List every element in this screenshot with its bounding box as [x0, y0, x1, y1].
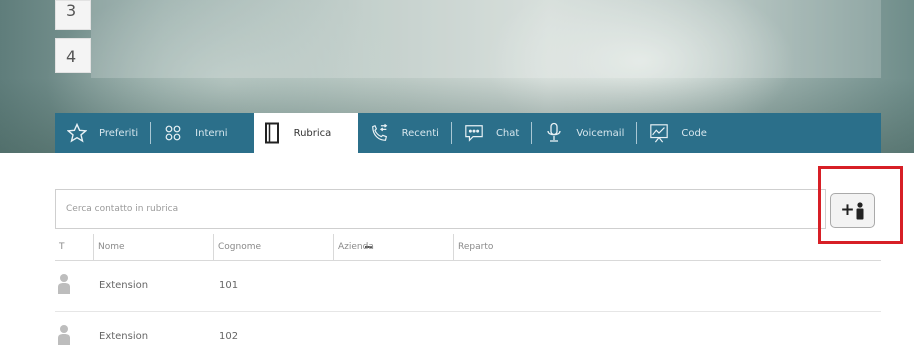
cell-cognome: 101 [219, 280, 239, 291]
number-strip [91, 0, 881, 78]
plus-sign: + [840, 200, 855, 220]
tab-label: Interni [195, 127, 228, 139]
chat-icon [464, 123, 484, 143]
column-header-type[interactable]: T [55, 234, 93, 260]
number-item-3[interactable]: 3 [55, 0, 91, 30]
column-header-nome[interactable]: Nome [93, 234, 213, 260]
queue-chart-icon [649, 123, 669, 143]
phone-calls-icon [370, 123, 390, 143]
star-icon [67, 123, 87, 143]
column-header-reparto[interactable]: Reparto [453, 234, 653, 260]
tab-bar: Preferiti Interni Rubrica Recenti Chat V… [55, 113, 881, 153]
column-header-azienda[interactable]: Azienda [333, 234, 453, 260]
tab-code[interactable]: Code [637, 113, 719, 153]
tab-label: Preferiti [99, 127, 139, 139]
table-row[interactable]: Extension 102 [55, 312, 881, 362]
group-icon [163, 123, 183, 143]
tab-label: Voicemail [576, 127, 625, 139]
table-row[interactable]: Extension 101 [55, 261, 881, 312]
tab-recenti[interactable]: Recenti [358, 113, 451, 153]
tab-chat[interactable]: Chat [452, 113, 531, 153]
microphone-icon [544, 122, 564, 143]
person-icon [58, 274, 70, 294]
tab-interni[interactable]: Interni [151, 113, 239, 153]
cell-cognome: 102 [219, 331, 239, 342]
table-header: T Nome Cognome Azienda Reparto [55, 234, 881, 261]
tab-label: Code [681, 127, 707, 139]
person-silhouette-icon [856, 201, 864, 219]
contact-search-box [55, 189, 826, 229]
tab-label: Rubrica [293, 127, 332, 139]
add-contact-button[interactable]: + [830, 193, 875, 228]
tab-preferiti[interactable]: Preferiti [55, 113, 150, 153]
contact-search-input[interactable] [56, 190, 825, 228]
address-book-icon [262, 122, 282, 144]
tab-label: Recenti [401, 127, 439, 139]
number-item-4[interactable]: 4 [55, 38, 91, 73]
cell-nome: Extension [99, 280, 149, 291]
person-icon [58, 325, 70, 345]
column-header-cognome[interactable]: Cognome [213, 234, 333, 260]
tab-label: Chat [495, 127, 520, 139]
add-contact-icon: + [840, 202, 864, 220]
tab-rubrica[interactable]: Rubrica [253, 113, 358, 153]
tab-voicemail[interactable]: Voicemail [532, 113, 636, 153]
cell-nome: Extension [99, 331, 149, 342]
